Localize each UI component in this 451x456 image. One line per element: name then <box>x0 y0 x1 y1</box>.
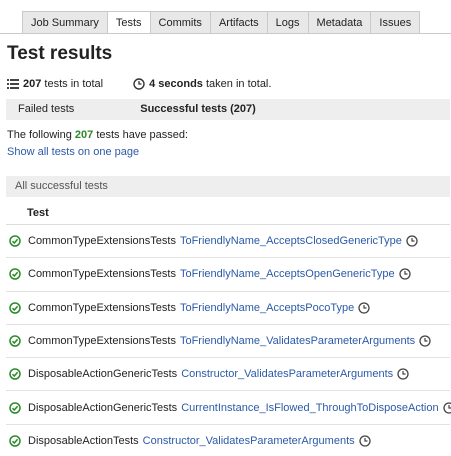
clock-icon[interactable] <box>358 302 370 314</box>
test-class: CommonTypeExtensionsTests <box>28 268 176 281</box>
test-row: CommonTypeExtensionsTests ToFriendlyName… <box>6 325 450 359</box>
tab-tests[interactable]: Tests <box>107 11 151 34</box>
check-circle-icon <box>9 435 21 448</box>
check-circle-icon <box>9 235 21 247</box>
total-duration-label: taken in total. <box>206 78 272 90</box>
successful-tests-tab[interactable]: Successful tests (207) <box>140 99 256 120</box>
test-name-link[interactable]: ToFriendlyName_AcceptsPocoType <box>180 302 354 314</box>
test-class: CommonTypeExtensionsTests <box>28 335 176 348</box>
check-circle-icon <box>9 268 21 281</box>
tab-bar-divider <box>0 33 451 34</box>
clock-icon[interactable] <box>419 335 431 347</box>
test-name-link[interactable]: ToFriendlyName_AcceptsOpenGenericType <box>180 268 395 280</box>
passed-summary: The following 207 tests have passed: <box>7 129 189 141</box>
tab-logs[interactable]: Logs <box>267 11 309 34</box>
tab-commits[interactable]: Commits <box>150 11 211 34</box>
clock-icon[interactable] <box>406 235 418 247</box>
clock-icon[interactable] <box>398 268 411 281</box>
list-icon <box>7 79 19 89</box>
check-circle-icon <box>9 401 21 414</box>
check-circle-icon <box>9 368 21 381</box>
tab-artifacts[interactable]: Artifacts <box>210 11 268 34</box>
test-class: CommonTypeExtensionsTests <box>28 301 176 314</box>
clock-icon[interactable] <box>397 368 409 380</box>
clock-icon <box>133 78 145 90</box>
test-name-link[interactable]: Constructor_ValidatesParameterArguments <box>143 435 355 447</box>
page-title: Test results <box>7 43 113 64</box>
check-circle-icon <box>9 301 21 314</box>
test-name-link[interactable]: Constructor_ValidatesParameterArguments <box>181 368 393 380</box>
test-list: CommonTypeExtensionsTests ToFriendlyName… <box>6 225 451 456</box>
result-filter-tabs: Failed tests Successful tests (207) <box>6 99 450 120</box>
total-duration: 4 seconds <box>149 78 203 90</box>
tab-metadata[interactable]: Metadata <box>308 11 372 34</box>
test-name-link[interactable]: ToFriendlyName_ValidatesParameterArgumen… <box>180 335 415 347</box>
passed-count: 207 <box>74 129 94 141</box>
test-name-link[interactable]: CurrentInstance_IsFlowed_ThroughToDispos… <box>181 402 438 414</box>
test-class: CommonTypeExtensionsTests <box>28 235 176 248</box>
test-class: DisposableActionGenericTests <box>28 368 178 381</box>
tab-job-summary[interactable]: Job Summary <box>22 11 108 34</box>
test-class: DisposableActionGenericTests <box>28 401 178 414</box>
test-row: DisposableActionGenericTests Constructor… <box>6 358 450 392</box>
test-row: CommonTypeExtensionsTests ToFriendlyName… <box>6 225 450 259</box>
show-all-tests-link[interactable]: Show all tests on one page <box>7 146 139 158</box>
group-header: All successful tests <box>6 176 450 197</box>
test-row: DisposableActionGenericTests CurrentInst… <box>6 391 451 425</box>
tab-bar: Job Summary Tests Commits Artifacts Logs… <box>22 11 421 34</box>
test-row: CommonTypeExtensionsTests ToFriendlyName… <box>6 258 450 292</box>
total-test-label: tests in total <box>44 78 104 90</box>
test-row: DisposableActionTests Constructor_Valida… <box>6 425 450 456</box>
test-row: CommonTypeExtensionsTests ToFriendlyName… <box>6 292 450 325</box>
tab-issues[interactable]: Issues <box>371 11 421 34</box>
test-column-header: Test <box>27 207 49 219</box>
test-summary: 207 tests in total 4 seconds taken in to… <box>7 78 271 90</box>
test-class: DisposableActionTests <box>28 435 139 448</box>
clock-icon[interactable] <box>442 401 451 414</box>
check-circle-icon <box>9 335 21 347</box>
clock-icon[interactable] <box>358 435 371 448</box>
failed-tests-tab[interactable]: Failed tests <box>6 99 86 120</box>
test-name-link[interactable]: ToFriendlyName_AcceptsClosedGenericType <box>180 235 402 247</box>
total-test-count: 207 <box>23 78 42 90</box>
